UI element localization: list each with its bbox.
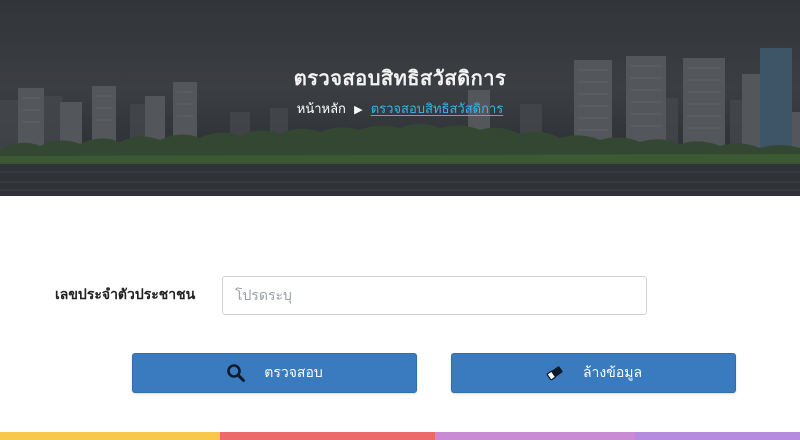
breadcrumb-separator-icon: ▶ (354, 103, 363, 116)
check-button-label: ตรวจสอบ (264, 365, 323, 381)
breadcrumb-current-link[interactable]: ตรวจสอบสิทธิสวัสดิการ (371, 102, 504, 117)
clear-button-label: ล้างข้อมูล (582, 365, 643, 381)
check-button[interactable]: ตรวจสอบ (132, 353, 417, 393)
eraser-icon (545, 363, 565, 383)
stripe-segment-purple (635, 432, 800, 440)
stripe-segment-yellow (0, 432, 220, 440)
footer-color-stripe (0, 432, 800, 440)
hero-banner: ตรวจสอบสิทธิสวัสดิการ หน้าหลัก ▶ ตรวจสอบ… (0, 0, 800, 196)
id-number-label: เลขประจำตัวประชาชน (55, 287, 196, 303)
clear-button[interactable]: ล้างข้อมูล (451, 353, 736, 393)
page-title: ตรวจสอบสิทธิสวัสดิการ (293, 66, 507, 90)
stripe-segment-red (220, 432, 435, 440)
stripe-segment-pink (435, 432, 635, 440)
search-icon (226, 363, 246, 383)
breadcrumb-home-link[interactable]: หน้าหลัก (297, 102, 346, 117)
id-number-input[interactable] (222, 276, 647, 315)
breadcrumb: หน้าหลัก ▶ ตรวจสอบสิทธิสวัสดิการ (0, 98, 800, 119)
